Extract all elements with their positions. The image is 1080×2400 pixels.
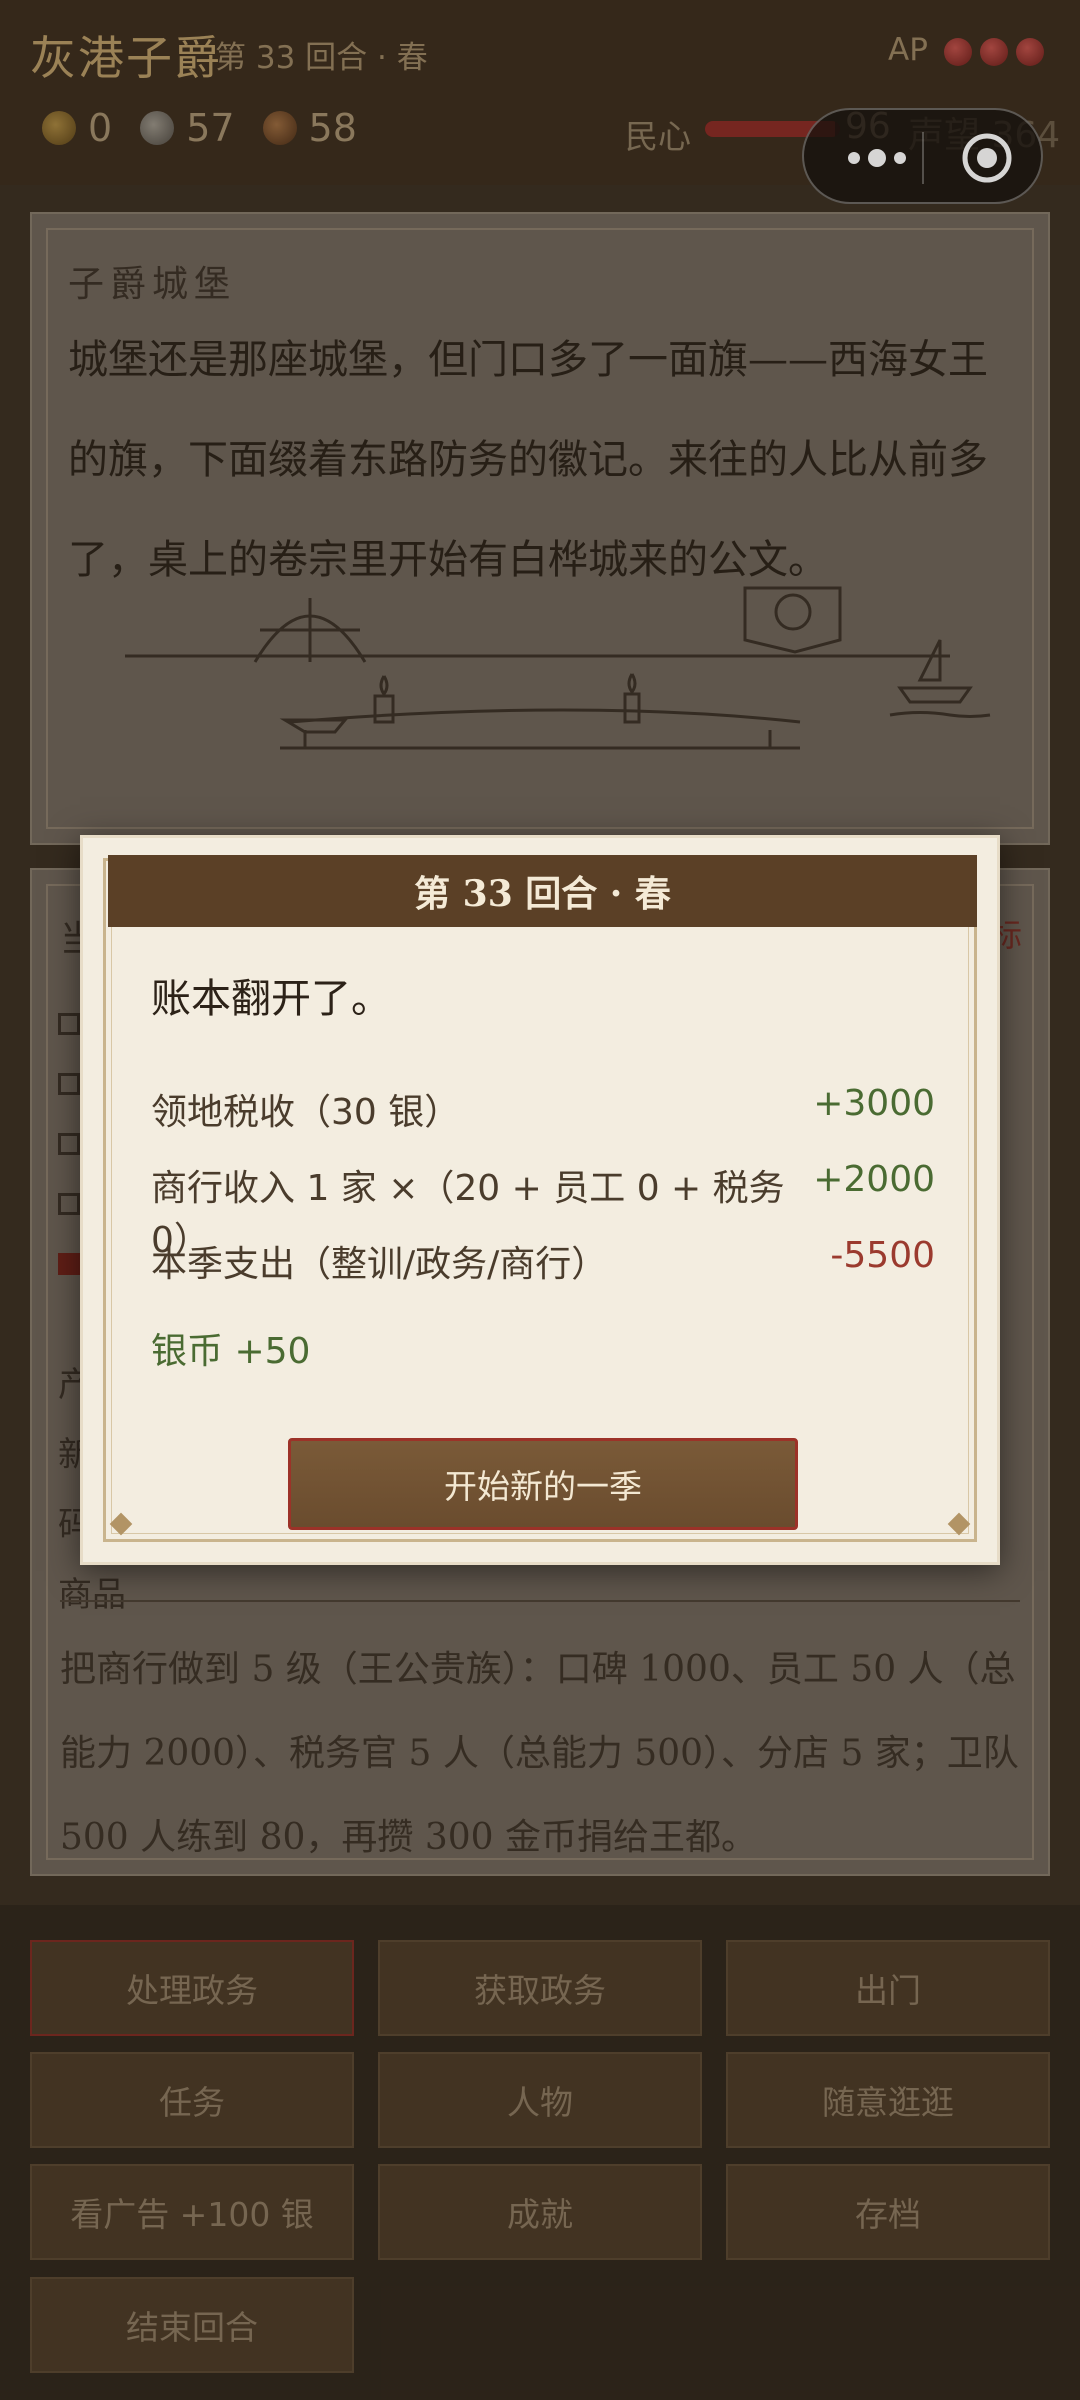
ledger-label: 领地税收（30 银） [151, 1092, 461, 1133]
dialog-title: 第 33 回合 · 春 [108, 855, 977, 927]
ledger-amount: +3000 [813, 1083, 935, 1124]
silver-change: 银币 +50 [151, 1331, 311, 1372]
turn-summary-dialog: 第 33 回合 · 春 账本翻开了。 领地税收（30 银） +3000 商行收入… [80, 835, 1000, 1565]
ledger-row: 领地税收（30 银） +3000 [151, 1083, 935, 1135]
dialog-intro: 账本翻开了。 [151, 976, 391, 1022]
start-new-season-button[interactable]: 开始新的一季 [288, 1438, 798, 1530]
ledger-row: 本季支出（整训/政务/商行） -5500 [151, 1235, 935, 1287]
ledger-amount: -5500 [830, 1235, 935, 1276]
ledger-label: 本季支出（整训/政务/商行） [151, 1244, 608, 1285]
